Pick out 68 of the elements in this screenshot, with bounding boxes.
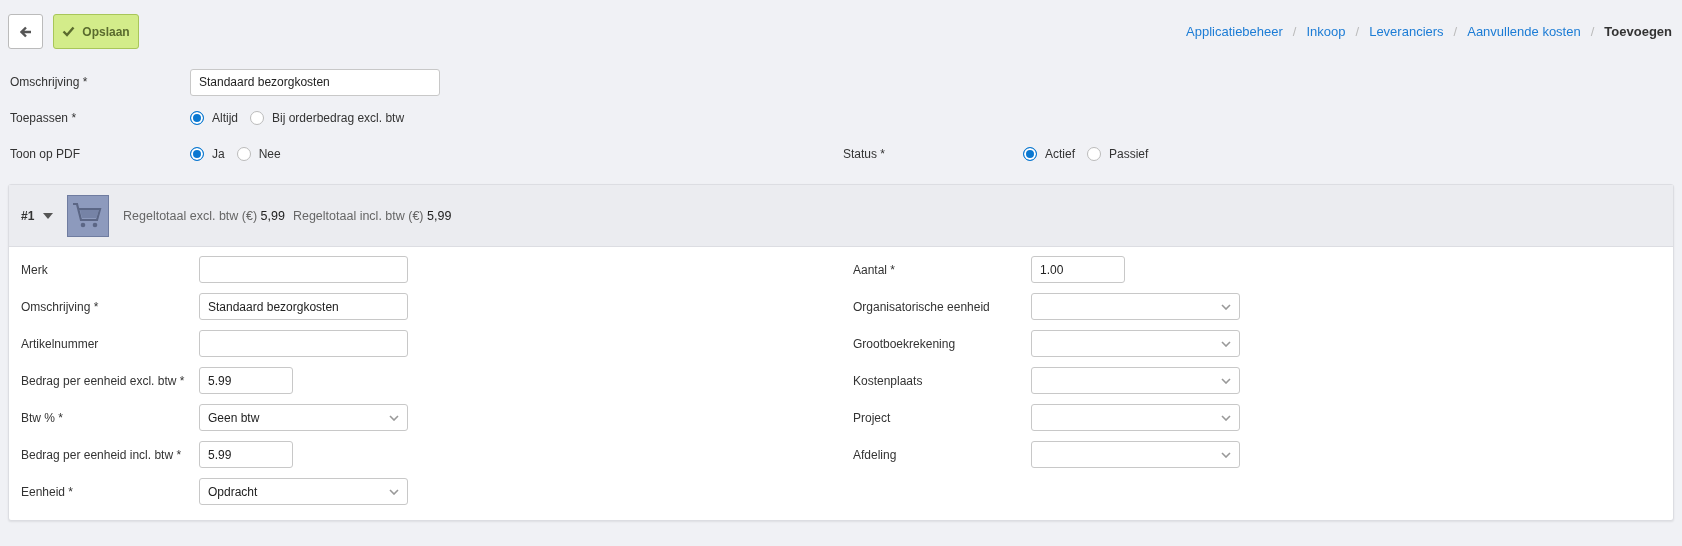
- chevron-down-icon: [389, 488, 399, 495]
- breadcrumb-separator: /: [1590, 24, 1595, 39]
- radio-button[interactable]: [250, 111, 264, 125]
- radio-label: Bij orderbedrag excl. btw: [272, 111, 405, 125]
- cart-icon: [67, 194, 109, 237]
- field-label: Toepassen *: [9, 111, 78, 125]
- radio-button[interactable]: [1023, 147, 1037, 161]
- breadcrumb-link[interactable]: Inkoop: [1306, 24, 1346, 39]
- line-total: Regeltotaal excl. btw (€) 5,99: [123, 208, 285, 223]
- caret-icon[interactable]: [43, 212, 53, 219]
- field-label: Eenheid *: [21, 484, 75, 499]
- select-field[interactable]: [1031, 441, 1240, 468]
- radio-label: Nee: [258, 147, 281, 161]
- select-field[interactable]: [1031, 367, 1240, 394]
- select-field[interactable]: [1031, 330, 1240, 357]
- breadcrumb-separator: /: [1355, 24, 1360, 39]
- line-number: #1: [21, 208, 36, 223]
- line-total: Regeltotaal incl. btw (€) 5,99: [292, 208, 452, 223]
- input-field[interactable]: Standaard bezorgkosten: [199, 293, 408, 320]
- field-label: Toon op PDF: [9, 147, 82, 161]
- chevron-down-icon: [1221, 377, 1231, 384]
- radio-button[interactable]: [1087, 147, 1101, 161]
- field-label: Grootboekrekening: [853, 336, 957, 351]
- field-label: Bedrag per eenheid incl. btw *: [21, 447, 183, 462]
- chevron-down-icon: [1221, 414, 1231, 421]
- radio-label: Ja: [212, 147, 225, 161]
- chevron-down-icon: [389, 414, 399, 421]
- field-label: Omschrijving *: [21, 299, 100, 314]
- radio-button[interactable]: [190, 147, 204, 161]
- field-label: Bedrag per eenheid excl. btw *: [21, 373, 186, 388]
- field-label: Organisatorische eenheid: [853, 299, 991, 314]
- breadcrumb-link[interactable]: Aanvullende kosten: [1467, 24, 1581, 39]
- input-field[interactable]: [199, 330, 408, 357]
- input-field[interactable]: [199, 256, 408, 283]
- field-label: Merk: [21, 262, 49, 277]
- radio-label: Actief: [1045, 147, 1075, 161]
- breadcrumb-separator: /: [1292, 24, 1297, 39]
- breadcrumb-link[interactable]: Applicatiebeheer: [1186, 24, 1283, 39]
- chevron-down-icon: [1221, 340, 1231, 347]
- field-label: Project: [853, 410, 892, 425]
- back-button[interactable]: [8, 14, 43, 49]
- breadcrumb-link[interactable]: Leveranciers: [1369, 24, 1444, 39]
- save-button[interactable]: Opslaan: [53, 14, 139, 49]
- current-page-label: Toevoegen: [1604, 24, 1672, 39]
- select-field[interactable]: Geen btw: [199, 404, 408, 431]
- radio-button[interactable]: [190, 111, 204, 125]
- field-label: Status *: [842, 147, 887, 161]
- chevron-down-icon: [1221, 303, 1231, 310]
- input-field[interactable]: 5.99: [199, 367, 293, 394]
- checkmark-icon: [62, 26, 76, 37]
- field-label: Afdeling: [853, 447, 898, 462]
- field-label: Artikelnummer: [21, 336, 100, 351]
- breadcrumb-separator: /: [1453, 24, 1458, 39]
- arrow-left-icon: [19, 25, 32, 38]
- radio-button[interactable]: [236, 147, 251, 161]
- field-label: Aantal *: [853, 262, 897, 277]
- field-label: Kostenplaats: [853, 373, 924, 388]
- chevron-down-icon: [1221, 451, 1231, 458]
- input-field[interactable]: 5.99: [199, 441, 293, 468]
- select-field[interactable]: [1031, 404, 1240, 431]
- input-field[interactable]: 1.00: [1031, 256, 1125, 283]
- select-field[interactable]: [1031, 293, 1240, 320]
- radio-label: Altijd: [212, 111, 238, 125]
- input-field[interactable]: Standaard bezorgkosten: [190, 68, 440, 96]
- field-label: Btw % *: [21, 410, 64, 425]
- select-field[interactable]: Opdracht: [199, 478, 408, 505]
- radio-label: Passief: [1109, 147, 1149, 161]
- field-label: Omschrijving *: [9, 75, 89, 89]
